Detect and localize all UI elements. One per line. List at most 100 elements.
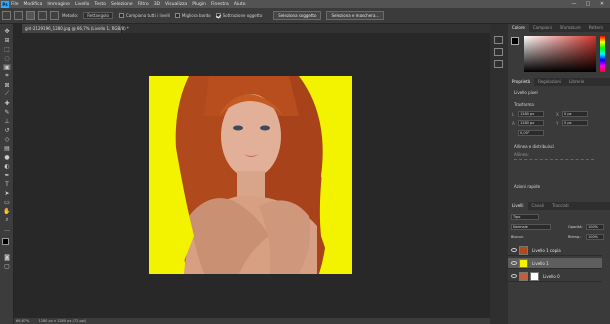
- paragraph-icon[interactable]: [494, 60, 503, 68]
- eraser-icon[interactable]: ◇: [3, 136, 11, 143]
- clone-stamp-icon[interactable]: ⊥: [3, 118, 11, 125]
- tools-panel: ✥ ⊞ ⬚ ◌ ▣ ⌗ ⊠ ⟋ ✚ ✎ ⊥ ↺ ◇ ▤ ● ◐ ✒ T ➤ ▭ …: [0, 24, 14, 324]
- healing-brush-icon[interactable]: ✚: [3, 100, 11, 107]
- menu-3d[interactable]: 3D: [154, 2, 160, 7]
- history-brush-icon[interactable]: ↺: [3, 127, 11, 134]
- angle-field[interactable]: 0,00°: [518, 130, 544, 136]
- menu-filtro[interactable]: Filtro: [138, 2, 149, 7]
- quick-mask-icon[interactable]: ◙: [3, 254, 11, 261]
- type-icon[interactable]: T: [3, 181, 11, 188]
- height-field[interactable]: 1280 px: [518, 120, 544, 126]
- zoom-readout[interactable]: 66,67%: [16, 319, 29, 323]
- y-field[interactable]: 0 px: [562, 120, 588, 126]
- tab-librerie[interactable]: Librerie: [565, 78, 588, 86]
- foreground-color-swatch-panel[interactable]: [511, 37, 519, 45]
- blend-mode-select[interactable]: Normale: [511, 224, 551, 230]
- path-select-icon[interactable]: ➤: [3, 190, 11, 197]
- menu-immagine[interactable]: Immagine: [47, 2, 70, 7]
- character-icon[interactable]: [494, 48, 503, 56]
- more-tools-icon[interactable]: …: [3, 226, 11, 233]
- layer-filter-select[interactable]: Tipo: [511, 214, 539, 220]
- align-buttons-row[interactable]: [514, 159, 594, 165]
- minimize-button[interactable]: —: [568, 0, 580, 8]
- screen-mode-icon[interactable]: ▢: [3, 263, 11, 270]
- history-icon[interactable]: [494, 36, 503, 44]
- brush-icon[interactable]: ✎: [3, 109, 11, 116]
- layer-name[interactable]: Livello 1 copia: [532, 248, 561, 253]
- tab-livelli[interactable]: Livelli: [508, 202, 528, 210]
- sottrazione-option[interactable]: Sottrazione oggetto: [215, 13, 262, 18]
- home-icon[interactable]: [2, 11, 11, 20]
- layer-mask-thumbnail[interactable]: [530, 271, 539, 281]
- rectangle-icon[interactable]: ▭: [3, 199, 11, 206]
- blur-icon[interactable]: ●: [3, 154, 11, 161]
- tab-canali[interactable]: Canali: [528, 202, 548, 210]
- crop-icon[interactable]: ⌗: [3, 72, 11, 79]
- subtract-selection-icon[interactable]: [50, 11, 59, 20]
- x-field[interactable]: 0 px: [562, 111, 588, 117]
- seleziona-maschera-button[interactable]: Seleziona e maschera...: [326, 11, 385, 20]
- zoom-icon[interactable]: ⌕: [3, 216, 11, 223]
- hand-icon[interactable]: ✋: [3, 208, 11, 215]
- menu-visualizza[interactable]: Visualizza: [165, 2, 187, 7]
- maximize-button[interactable]: □: [582, 0, 594, 8]
- campiona-checkbox[interactable]: [119, 13, 124, 18]
- migliora-option[interactable]: Migliora bordo: [174, 13, 211, 18]
- fill-field[interactable]: 100%: [586, 234, 604, 240]
- gradient-icon[interactable]: ▤: [3, 145, 11, 152]
- document-image[interactable]: [149, 76, 352, 274]
- color-picker-field[interactable]: [524, 36, 596, 72]
- campiona-option[interactable]: Campiona tutti i livelli: [119, 13, 170, 18]
- sottrazione-checkbox[interactable]: [215, 13, 221, 18]
- foreground-color-swatch[interactable]: [2, 238, 9, 245]
- menu-aiuto[interactable]: Aiuto: [234, 2, 246, 7]
- layer-name[interactable]: Livello 0: [543, 274, 560, 279]
- tab-campioni[interactable]: Campioni: [529, 24, 556, 32]
- tab-regolazioni[interactable]: Regolazioni: [534, 78, 565, 86]
- object-select-icon[interactable]: ▣: [3, 64, 11, 71]
- migliora-checkbox[interactable]: [174, 13, 180, 18]
- quick-actions-section[interactable]: Azioni rapide: [514, 184, 540, 189]
- layer-row[interactable]: Livello 1 copia: [508, 245, 602, 256]
- tab-sfumature[interactable]: Sfumature: [556, 24, 585, 32]
- tab-tracciati[interactable]: Tracciati: [548, 202, 573, 210]
- menu-finestra[interactable]: Finestra: [211, 2, 229, 7]
- lasso-icon[interactable]: ◌: [3, 55, 11, 62]
- menu-file[interactable]: File: [11, 2, 19, 7]
- artboard-icon[interactable]: ⊞: [3, 37, 11, 44]
- layer-row[interactable]: Livello 0: [508, 271, 602, 282]
- align-section[interactable]: Allinea e distribuisci: [514, 144, 554, 149]
- menu-plugin[interactable]: Plugin: [192, 2, 206, 7]
- menu-modifica[interactable]: Modifica: [24, 2, 43, 7]
- frame-icon[interactable]: ⊠: [3, 82, 11, 89]
- height-label: A: [512, 121, 515, 126]
- opacity-field[interactable]: 100%: [586, 224, 604, 230]
- transform-section[interactable]: Trasforma: [514, 102, 534, 107]
- width-field[interactable]: 1280 px: [518, 111, 544, 117]
- metodo-select[interactable]: Rettangolo: [83, 12, 113, 19]
- visibility-eye-icon[interactable]: [511, 274, 517, 278]
- close-button[interactable]: ✕: [596, 0, 608, 8]
- tool-preset-icon[interactable]: [14, 11, 23, 20]
- document-tab[interactable]: girl-2129196_1280.jpg @ 66,7% (Livello 1…: [22, 24, 129, 33]
- dodge-icon[interactable]: ◐: [3, 163, 11, 170]
- tab-pattern[interactable]: Pattern: [585, 24, 607, 32]
- seleziona-soggetto-button[interactable]: Seleziona soggetto: [273, 11, 322, 20]
- layer-name[interactable]: Livello 1: [532, 261, 549, 266]
- visibility-eye-icon[interactable]: [511, 261, 517, 265]
- menu-livello[interactable]: Livello: [75, 2, 89, 7]
- tab-colore[interactable]: Colore: [508, 24, 529, 32]
- tab-proprieta[interactable]: Proprietà: [508, 78, 535, 86]
- layer-row-active[interactable]: Livello 1: [508, 258, 602, 269]
- pen-icon[interactable]: ✒: [3, 172, 11, 179]
- menu-testo[interactable]: Testo: [94, 2, 106, 7]
- eyedropper-icon[interactable]: ⟋: [3, 90, 11, 97]
- menu-selezione[interactable]: Selezione: [111, 2, 133, 7]
- new-selection-icon[interactable]: [26, 11, 35, 20]
- add-selection-icon[interactable]: [38, 11, 47, 20]
- marquee-icon[interactable]: ⬚: [3, 46, 11, 53]
- move-icon[interactable]: ✥: [3, 28, 11, 35]
- visibility-eye-icon[interactable]: [511, 248, 517, 252]
- hue-slider[interactable]: [600, 36, 605, 72]
- width-label: L: [512, 112, 515, 117]
